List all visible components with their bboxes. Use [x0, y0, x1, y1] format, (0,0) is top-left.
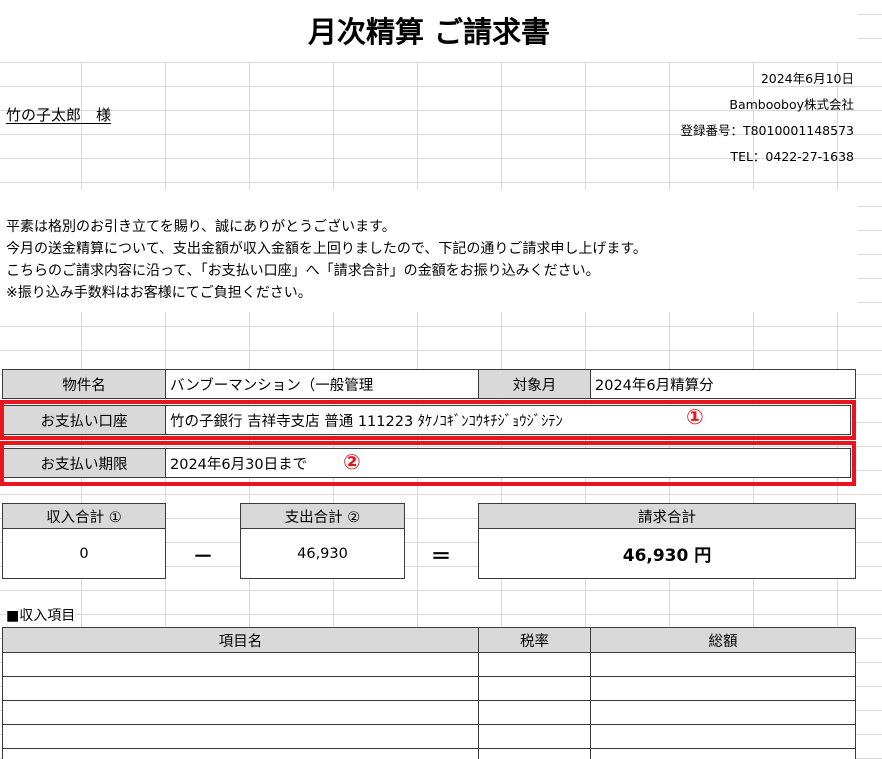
property-label: 物件名 — [2, 369, 166, 399]
message-line: 今月の送金精算について、支出金額が収入金額を上回りましたので、下記の通りご請求申… — [6, 241, 647, 257]
minus-sign: － — [193, 544, 213, 568]
marker-two: ② — [343, 450, 361, 474]
table-row-cell[interactable] — [478, 748, 591, 759]
table-row-cell[interactable] — [478, 700, 591, 725]
billing-total-value[interactable]: 46,930 円 — [478, 528, 856, 579]
month-value[interactable]: 2024年6月精算分 — [590, 369, 856, 399]
expense-total-value[interactable]: 46,930 — [240, 528, 405, 579]
income-total-label: 収入合計 ① — [2, 503, 166, 529]
company-name: Bambooboy株式会社 — [729, 97, 854, 112]
table-row-cell[interactable] — [2, 748, 479, 759]
customer-name: 竹の子太郎 様 — [6, 106, 112, 124]
invoice-title: 月次精算 ご請求書 — [0, 0, 858, 62]
table-row-cell[interactable] — [590, 748, 856, 759]
table-row-cell[interactable] — [478, 724, 591, 749]
property-value[interactable]: バンブーマンション（一般管理 — [165, 369, 479, 399]
column-header-tax-rate: 税率 — [478, 627, 591, 653]
issue-date: 2024年6月10日 — [760, 71, 854, 86]
table-row-cell[interactable] — [478, 676, 591, 701]
registration-number: 登録番号：T8010001148573 — [680, 123, 854, 138]
message-line: ※振り込み手数料はお客様にてご負担ください。 — [6, 285, 312, 301]
equals-sign: ＝ — [431, 544, 451, 568]
month-label: 対象月 — [478, 369, 591, 399]
table-row-cell[interactable] — [2, 724, 479, 749]
income-section-title: ■収入項目 — [6, 605, 76, 625]
column-header-item-name: 項目名 — [2, 627, 479, 653]
table-row-cell[interactable] — [590, 676, 856, 701]
marker-one: ① — [686, 405, 704, 429]
deadline-highlight-box — [0, 441, 856, 486]
column-header-total: 総額 — [590, 627, 856, 653]
company-tel: TEL：0422-27-1638 — [730, 149, 854, 164]
message-block: 平素は格別のお引き立てを賜り、誠にありがとうございます。 今月の送金精算について… — [0, 190, 858, 312]
income-total-value[interactable]: 0 — [2, 528, 166, 579]
table-row-cell[interactable] — [590, 652, 856, 677]
table-row-cell[interactable] — [478, 652, 591, 677]
account-highlight-box — [0, 400, 856, 440]
billing-total-label: 請求合計 — [478, 503, 856, 529]
table-row-cell[interactable] — [2, 676, 479, 701]
expense-total-label: 支出合計 ② — [240, 503, 405, 529]
message-line: こちらのご請求内容に沿って、「お支払い口座」へ「請求合計」の金額をお振り込みくだ… — [6, 263, 600, 279]
table-row-cell[interactable] — [590, 724, 856, 749]
table-row-cell[interactable] — [2, 700, 479, 725]
message-line: 平素は格別のお引き立てを賜り、誠にありがとうございます。 — [6, 219, 396, 235]
table-row-cell[interactable] — [590, 700, 856, 725]
table-row-cell[interactable] — [2, 652, 479, 677]
